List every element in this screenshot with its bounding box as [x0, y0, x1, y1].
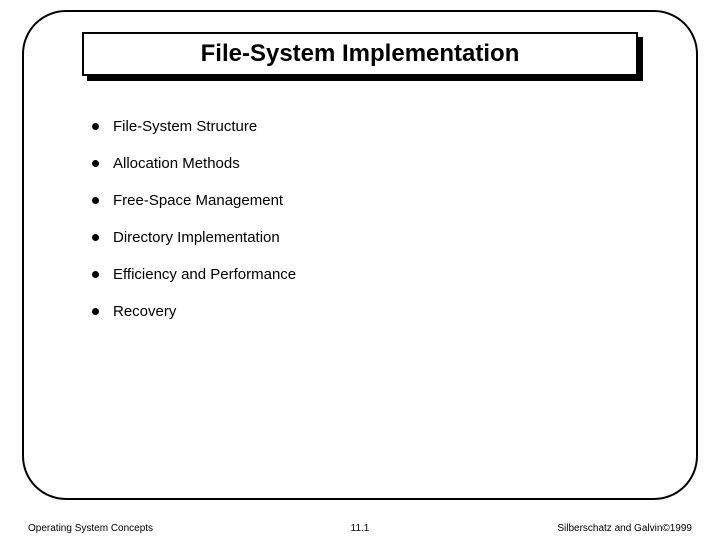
- list-item: Recovery: [92, 303, 296, 320]
- title-box: File-System Implementation: [82, 32, 638, 76]
- bullet-icon: [92, 308, 99, 315]
- list-item: Efficiency and Performance: [92, 266, 296, 283]
- bullet-text: Efficiency and Performance: [113, 266, 296, 283]
- bullet-list: File-System Structure Allocation Methods…: [92, 118, 296, 340]
- bullet-text: Directory Implementation: [113, 229, 280, 246]
- bullet-icon: [92, 197, 99, 204]
- list-item: Free-Space Management: [92, 192, 296, 209]
- bullet-icon: [92, 271, 99, 278]
- bullet-text: Allocation Methods: [113, 155, 240, 172]
- bullet-icon: [92, 123, 99, 130]
- bullet-icon: [92, 160, 99, 167]
- bullet-text: File-System Structure: [113, 118, 257, 135]
- list-item: Allocation Methods: [92, 155, 296, 172]
- bullet-icon: [92, 234, 99, 241]
- list-item: File-System Structure: [92, 118, 296, 135]
- footer-right: Silberschatz and Galvin©1999: [557, 523, 692, 534]
- title-container: File-System Implementation: [82, 32, 638, 76]
- slide-title: File-System Implementation: [201, 40, 520, 68]
- list-item: Directory Implementation: [92, 229, 296, 246]
- bullet-text: Free-Space Management: [113, 192, 283, 209]
- bullet-text: Recovery: [113, 303, 176, 320]
- footer: Operating System Concepts 11.1 Silbersch…: [0, 516, 720, 534]
